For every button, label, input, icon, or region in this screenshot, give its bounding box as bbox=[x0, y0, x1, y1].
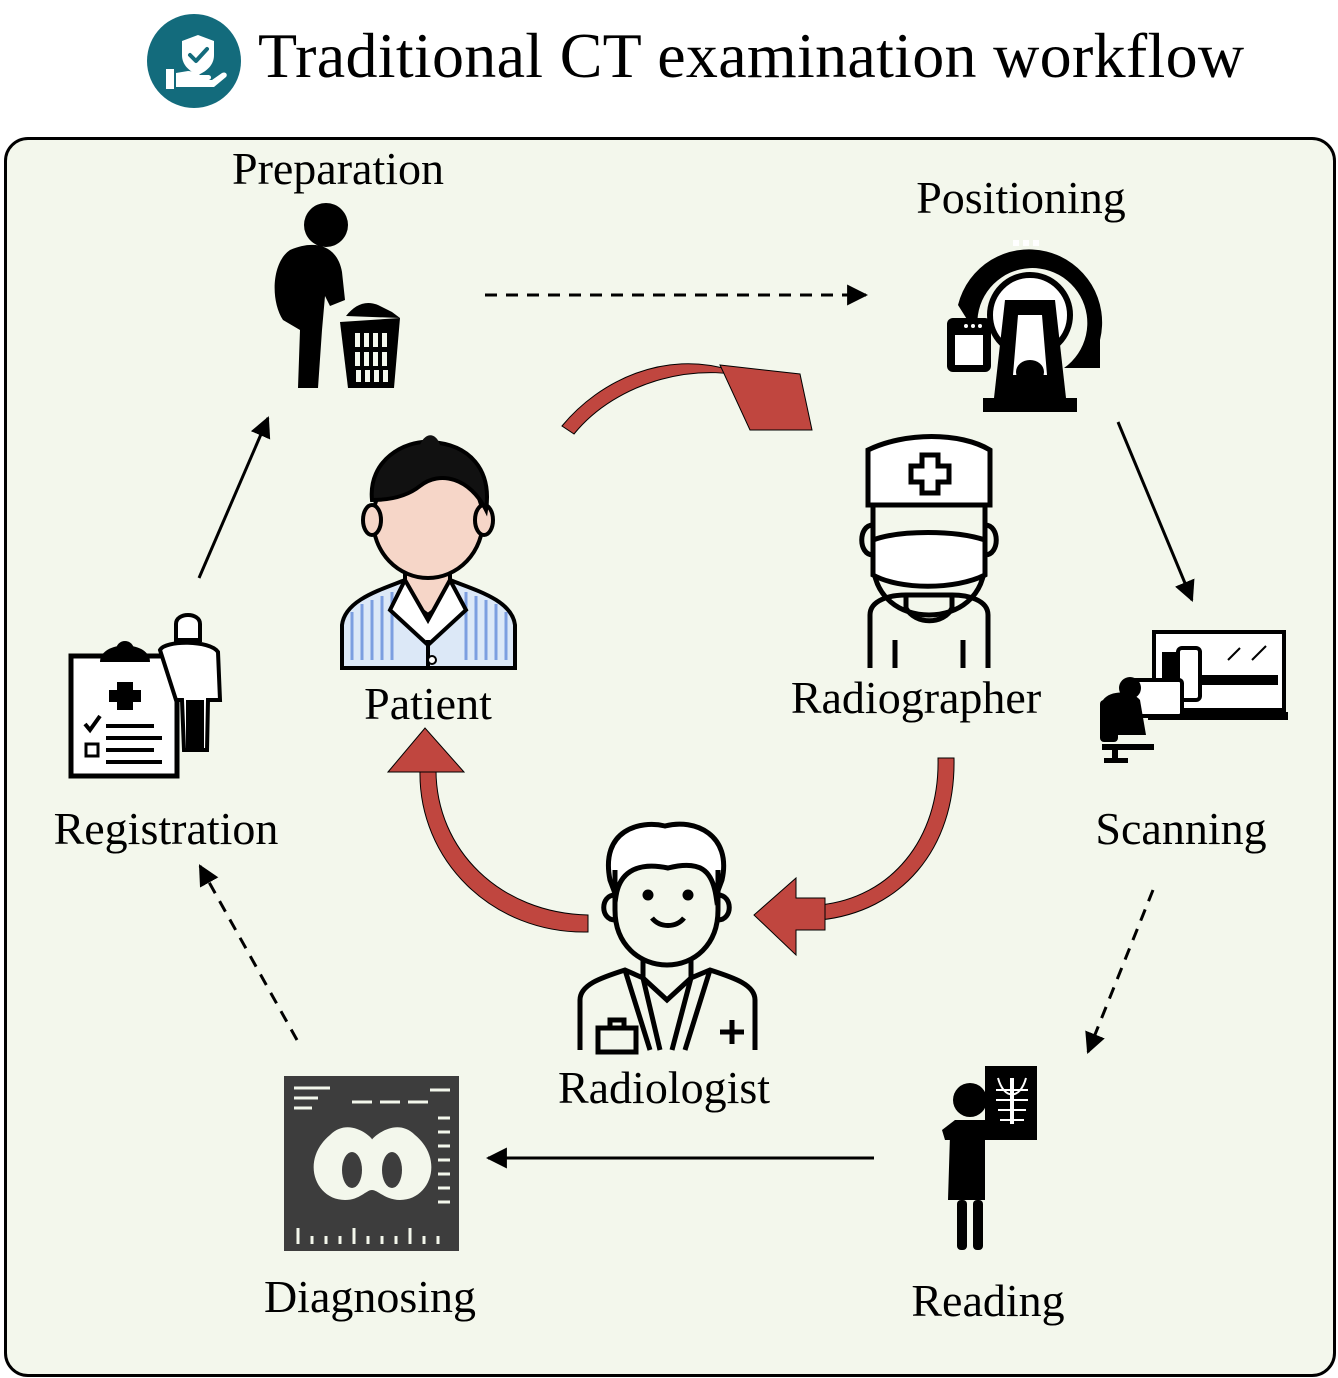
person-changing-clothes-icon bbox=[274, 203, 400, 388]
step-label-positioning: Positioning bbox=[916, 172, 1126, 223]
operator-console-icon bbox=[1100, 630, 1288, 763]
flow-arrow-registration-preparation bbox=[197, 416, 271, 579]
step-label-preparation: Preparation bbox=[231, 143, 445, 194]
cycle-arrow-radiologist-patient bbox=[386, 727, 589, 933]
cycle-arrow-patient-radiographer bbox=[561, 363, 813, 435]
flow-arrow-scanning-reading bbox=[1085, 889, 1155, 1054]
role-label-radiographer: Radiographer bbox=[790, 672, 1042, 723]
step-label-reading: Reading bbox=[911, 1275, 1065, 1326]
flow-arrow-diagnosing-registration bbox=[198, 864, 299, 1041]
role-label-patient: Patient bbox=[364, 678, 492, 729]
step-label-registration: Registration bbox=[53, 803, 279, 854]
ct-scan-image-icon bbox=[284, 1076, 459, 1251]
step-label-scanning: Scanning bbox=[1095, 803, 1267, 854]
role-label-radiologist: Radiologist bbox=[557, 1062, 771, 1113]
radiologist-avatar-icon bbox=[577, 821, 758, 1055]
ct-scanner-icon bbox=[947, 240, 1103, 412]
clipboard-person-icon bbox=[68, 613, 223, 779]
doctor-reading-xray-icon bbox=[942, 1066, 1037, 1250]
patient-avatar-icon bbox=[340, 435, 517, 670]
radiographer-avatar-icon bbox=[859, 434, 999, 668]
flow-arrow-positioning-scanning bbox=[1116, 421, 1195, 602]
cycle-arrow-radiographer-radiologist bbox=[753, 757, 955, 957]
workflow-diagram bbox=[68, 203, 1288, 1251]
step-label-diagnosing: Diagnosing bbox=[263, 1271, 477, 1322]
